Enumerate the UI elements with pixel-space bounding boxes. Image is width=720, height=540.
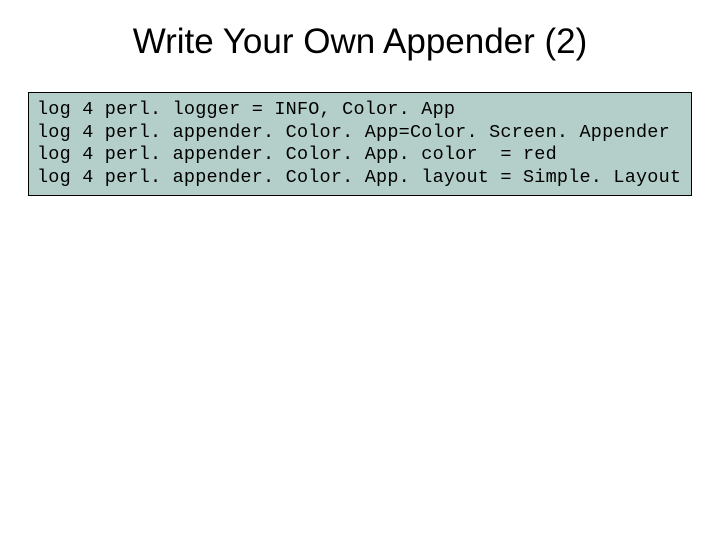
code-line: log 4 perl. appender. Color. App=Color. … — [37, 122, 683, 145]
code-line: log 4 perl. logger = INFO, Color. App — [37, 99, 683, 122]
slide-title: Write Your Own Appender (2) — [0, 0, 720, 92]
code-line: log 4 perl. appender. Color. App. color … — [37, 144, 683, 167]
slide: Write Your Own Appender (2) log 4 perl. … — [0, 0, 720, 540]
code-line: log 4 perl. appender. Color. App. layout… — [37, 167, 683, 190]
code-block: log 4 perl. logger = INFO, Color. App lo… — [28, 92, 692, 196]
